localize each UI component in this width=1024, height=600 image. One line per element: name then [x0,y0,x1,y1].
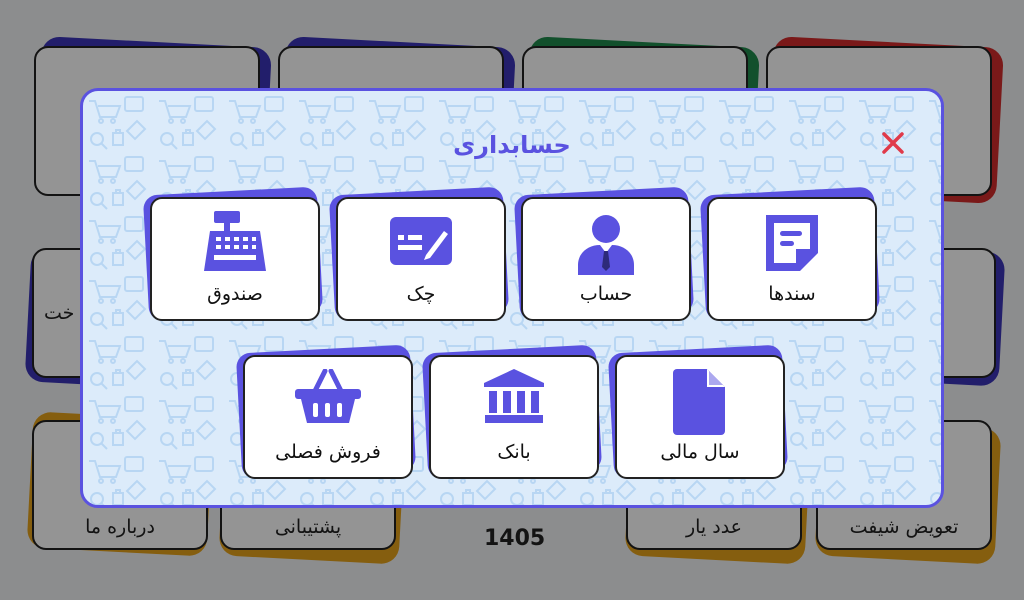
bank-icon [484,369,544,423]
tile-label: چک [406,283,436,305]
cheque-icon [390,217,452,265]
tile-fiscal-year[interactable]: سال مالی [607,344,789,480]
document-icon [766,215,818,271]
tile-seasonal-sales[interactable]: فروش فصلی [235,344,417,480]
tile-cheque[interactable]: چک [328,186,510,322]
tile-documents[interactable]: سندها [699,186,881,322]
tile-label: بانک [497,441,531,463]
file-icon [673,369,725,435]
dialog-title: حسابداری [453,131,571,159]
tile-cash-register[interactable]: صندوق [142,186,324,322]
tile-bank[interactable]: بانک [421,344,603,480]
tile-label: صندوق [207,283,263,305]
tile-label: سال مالی [660,441,740,463]
accounting-dialog: حسابداری سندها حساب چک صندوق سال مالی با… [80,88,944,508]
cash-register-icon [204,211,266,271]
tile-label: حساب [579,283,633,305]
tile-label: فروش فصلی [275,441,381,463]
user-icon [578,215,634,275]
basket-icon [295,369,361,423]
close-icon[interactable] [879,129,907,157]
tile-label: سندها [768,283,816,305]
tile-account[interactable]: حساب [513,186,695,322]
